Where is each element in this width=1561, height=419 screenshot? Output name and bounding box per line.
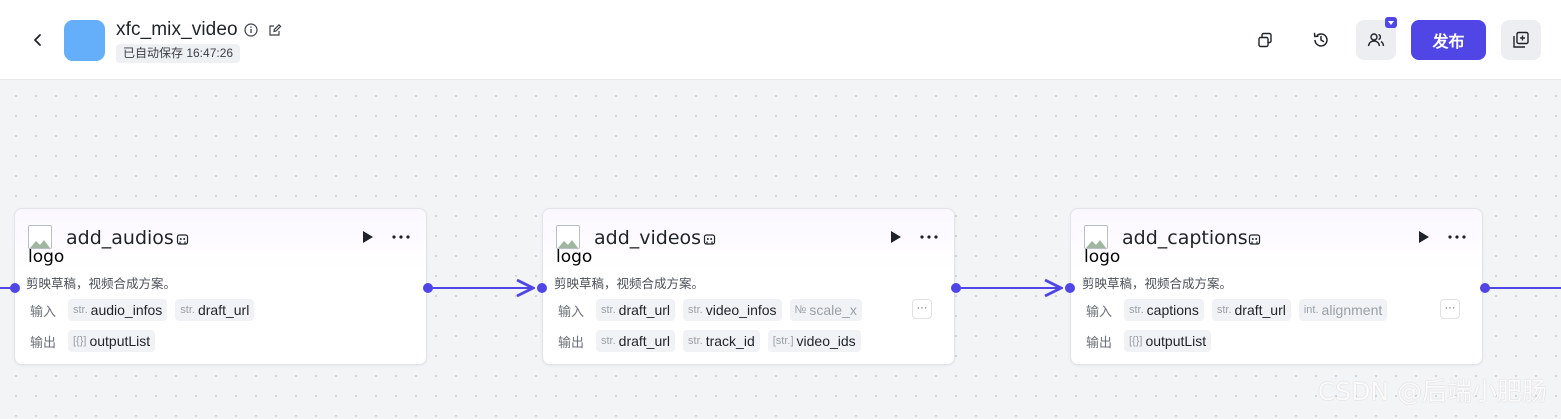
plugin-icon [176,234,189,245]
param-tag: [{}] outputList [1124,330,1212,352]
plugin-icon [703,234,716,245]
node-description: 剪映草稿，视频合成方案。 [26,276,177,291]
more-icon[interactable] [920,235,938,239]
app-icon [64,20,105,61]
param-tag: str. draft_url [596,330,676,352]
node-add-audios[interactable]: logo add_audios 剪映草稿，视频合成方案。 输入 str. audi… [14,208,427,365]
back-chevron-icon [34,34,41,46]
run-icon[interactable] [1418,230,1430,244]
node-output-port[interactable] [1480,283,1490,293]
output-row: 输出 [{}] outputList [30,330,156,352]
input-row: 输入 str. captions str. draft_url int. alignm… [1086,299,1388,321]
output-row: 输出 str. draft_url str. track_id [str.] vide… [558,330,861,352]
node-output-port[interactable] [951,283,961,293]
param-tag: str. draft_url [1211,299,1291,321]
title-actions [243,22,283,38]
watermark: CSDN @后端小肥肠 [1317,377,1547,406]
node-add-captions[interactable]: logo add_captions 剪映草稿，视频合成方案。 输入 str. ca… [1070,208,1483,365]
node-logo: logo [556,225,598,267]
node-description: 剪映草稿，视频合成方案。 [554,276,705,291]
users-icon [1367,33,1385,47]
autosave-status: 已自动保存 16:47:26 [116,44,241,63]
copy-icon [1258,32,1272,48]
node-title: add_audios [66,227,174,249]
broken-image-icon [28,225,52,249]
plugin-icon [1248,234,1261,245]
workflow-title: xfc_mix_video [116,19,238,40]
node-add-videos[interactable]: logo add_videos 剪映草稿，视频合成方案。 输入 str. draf… [542,208,955,365]
node-logo: logo [1084,225,1126,267]
panel-toggle-button[interactable] [1501,20,1541,60]
param-tag: str. draft_url [596,299,676,321]
back-button[interactable] [26,28,50,52]
node-description: 剪映草稿，视频合成方案。 [1082,276,1233,291]
info-icon[interactable] [243,22,259,38]
param-tag: str. draft_url [175,299,255,321]
node-output-port[interactable] [423,283,433,293]
more-params-button[interactable]: ··· [1440,299,1460,319]
param-tag: str. captions [1124,299,1204,321]
more-icon[interactable] [1448,235,1466,239]
top-bar: xfc_mix_video 已自动保存 16:47:26 发布 [0,0,1561,80]
param-tag: № scale_x [789,299,862,321]
param-tag: [str.] video_ids [767,330,861,352]
param-tag: str. audio_infos [68,299,168,321]
node-input-port[interactable] [537,283,547,293]
copy-button[interactable] [1245,20,1285,60]
edit-icon[interactable] [267,22,283,38]
publish-button[interactable]: 发布 [1411,20,1486,60]
param-tag: int. alignment [1298,299,1388,321]
param-tag: [{}] outputList [68,330,156,352]
notification-badge [1385,17,1397,28]
param-tag: str. video_infos [683,299,782,321]
node-title: add_captions [1122,227,1248,249]
history-button[interactable] [1301,20,1341,60]
node-logo: logo [28,225,70,267]
run-icon[interactable] [890,230,902,244]
node-input-port[interactable] [1065,283,1075,293]
input-row: 输入 str. draft_url str. video_infos № scale_… [558,299,862,321]
more-params-button[interactable]: ··· [912,299,932,319]
broken-image-icon [1084,225,1108,249]
run-icon[interactable] [362,230,374,244]
add-panel-icon [1513,31,1529,48]
broken-image-icon [556,225,580,249]
input-row: 输入 str. audio_infos str. draft_url [30,299,255,321]
node-title: add_videos [594,227,702,249]
output-row: 输出 [{}] outputList [1086,330,1212,352]
history-icon [1313,32,1328,47]
more-icon[interactable] [392,235,410,239]
node-input-port[interactable] [10,283,20,293]
param-tag: str. track_id [683,330,760,352]
